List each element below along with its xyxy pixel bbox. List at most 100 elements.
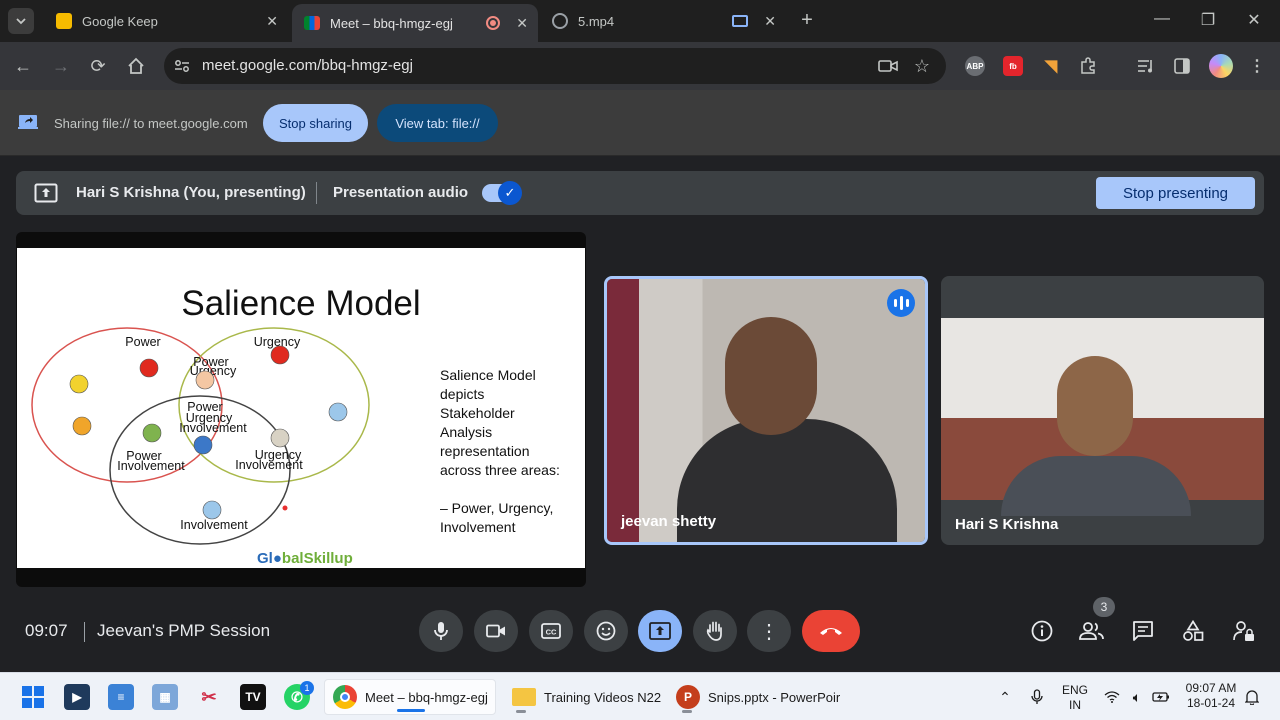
- system-clock[interactable]: 09:07 AM 18-01-24: [1180, 681, 1242, 711]
- taskbar-app-chrome[interactable]: Meet – bbq-hmgz-egj: [324, 679, 496, 715]
- tab-search-button[interactable]: [8, 8, 34, 34]
- present-now-button[interactable]: [638, 610, 682, 652]
- video-camera-icon: [486, 624, 505, 638]
- face-light-blue: [328, 402, 348, 422]
- media-controls-icon[interactable]: [1136, 56, 1156, 76]
- stop-sharing-button[interactable]: Stop sharing: [263, 104, 368, 142]
- stop-presenting-button[interactable]: Stop presenting: [1096, 177, 1255, 209]
- info-icon: [1031, 620, 1053, 642]
- more-menu-icon[interactable]: ⋮: [1247, 56, 1267, 76]
- tab-sharing-infobar: Sharing file:// to meet.google.com Stop …: [0, 90, 1280, 156]
- back-icon[interactable]: ←: [12, 55, 34, 77]
- label-power: Power: [125, 335, 160, 349]
- adblock-plus-icon[interactable]: ABP: [965, 56, 985, 76]
- tradingview-icon[interactable]: TV: [240, 684, 266, 710]
- check-icon: ✓: [498, 181, 522, 205]
- volume-icon[interactable]: 🔈︎: [1128, 688, 1146, 706]
- emoji-icon: [596, 621, 616, 641]
- participant-name: Hari S Krishna: [955, 516, 1059, 533]
- reload-icon[interactable]: ⟳: [87, 55, 109, 77]
- face-grey: [270, 428, 290, 448]
- tab-meet[interactable]: Meet – bbq-hmgz-egj ✕: [292, 4, 538, 42]
- show-hidden-icons-chevron-icon[interactable]: ⌃: [996, 688, 1014, 706]
- participant-count-badge: 3: [1093, 597, 1115, 617]
- slide-line: Stakeholder: [440, 405, 515, 421]
- bookmark-star-icon[interactable]: ☆: [912, 56, 932, 76]
- notification-bell-icon[interactable]: [1243, 688, 1261, 706]
- camera-button[interactable]: [474, 610, 518, 652]
- recording-indicator-icon: [486, 16, 500, 30]
- people-button[interactable]: [1079, 618, 1105, 644]
- google-meet-icon: [304, 16, 320, 30]
- picture-in-picture-icon[interactable]: [732, 15, 748, 27]
- forward-icon[interactable]: →: [50, 55, 72, 77]
- slide-line: representation: [440, 443, 530, 459]
- taskbar-app-explorer[interactable]: Training Videos N22: [508, 679, 668, 715]
- tab-google-keep[interactable]: Google Keep ✕: [44, 6, 288, 36]
- microphone-in-use-icon[interactable]: [1028, 688, 1046, 706]
- label-pui-3: Involvement: [179, 421, 247, 435]
- input-language[interactable]: ENG IN: [1060, 683, 1090, 713]
- snipping-tool-icon[interactable]: ✂: [196, 684, 222, 710]
- extensions-puzzle-icon[interactable]: [1078, 56, 1098, 76]
- view-tab-button[interactable]: View tab: file://: [377, 104, 498, 142]
- media-app-icon[interactable]: ▶: [64, 684, 90, 710]
- svg-text:CC: CC: [546, 628, 557, 637]
- reactions-button[interactable]: [584, 610, 628, 652]
- presenter-label: Hari S Krishna (You, presenting): [76, 184, 306, 201]
- divider: [316, 182, 317, 204]
- label-ui-2: Involvement: [235, 458, 303, 472]
- more-vert-icon: ⋮: [759, 620, 779, 643]
- present-screen-icon: [34, 183, 58, 203]
- side-panel-icon[interactable]: [1172, 56, 1192, 76]
- browser-toolbar: ← → ⟳ meet.google.com/bbq-hmgz-egj ☆ ABP…: [0, 42, 1280, 90]
- rss-feed-icon[interactable]: ◥: [1041, 56, 1061, 76]
- participant-tile-hari[interactable]: Hari S Krishna: [941, 276, 1264, 545]
- new-tab-button[interactable]: +: [796, 9, 818, 32]
- battery-charging-icon[interactable]: [1152, 688, 1170, 706]
- shapes-icon: [1183, 620, 1204, 641]
- microphone-button[interactable]: [419, 610, 463, 652]
- raise-hand-button[interactable]: [693, 610, 737, 652]
- host-controls-button[interactable]: [1231, 618, 1257, 644]
- more-options-button[interactable]: ⋮: [747, 610, 791, 652]
- chat-button[interactable]: [1130, 618, 1156, 644]
- close-icon[interactable]: ✕: [266, 13, 278, 30]
- activities-button[interactable]: [1180, 618, 1206, 644]
- tab-video-file[interactable]: 5.mp4 ✕: [540, 6, 786, 36]
- slide-line: Involvement: [440, 519, 516, 535]
- powerpoint-icon: P: [676, 685, 700, 709]
- calculator-icon[interactable]: ▦: [152, 684, 178, 710]
- tab-title: Google Keep: [82, 13, 158, 29]
- hang-up-icon: [820, 628, 842, 635]
- camera-in-use-icon[interactable]: [878, 56, 898, 76]
- notepad-icon[interactable]: ≡: [108, 684, 134, 710]
- globalskillup-logo: Gl●balSkillup: [257, 550, 353, 567]
- profile-avatar[interactable]: [1209, 54, 1233, 78]
- slide-description: Salience Model depicts Stakeholder Analy…: [440, 366, 560, 537]
- close-icon[interactable]: ✕: [516, 15, 528, 32]
- participant-tile-jeevan[interactable]: jeevan shetty: [604, 276, 928, 545]
- participant-video-head: [1057, 356, 1133, 456]
- leave-call-button[interactable]: [802, 610, 860, 652]
- site-settings-icon[interactable]: [172, 56, 192, 76]
- presentation-audio-toggle[interactable]: ✓: [482, 181, 522, 205]
- taskbar-app-powerpoint[interactable]: P Snips.pptx - PowerPoir: [674, 679, 842, 715]
- home-icon[interactable]: [125, 55, 147, 77]
- laser-pointer-dot: [282, 505, 288, 511]
- window-close-icon[interactable]: ✕: [1244, 10, 1264, 30]
- screen-share-icon: [18, 115, 38, 129]
- meeting-title: Jeevan's PMP Session: [97, 621, 271, 640]
- captions-button[interactable]: CC: [529, 610, 573, 652]
- face-red: [139, 358, 159, 378]
- wifi-icon[interactable]: [1103, 688, 1121, 706]
- address-bar[interactable]: meet.google.com/bbq-hmgz-egj ☆: [164, 48, 946, 84]
- slide: Salience Model Power Urgency Power Urgen…: [17, 248, 585, 568]
- meeting-details-button[interactable]: [1029, 618, 1055, 644]
- windows-start-icon[interactable]: [20, 684, 46, 710]
- close-icon[interactable]: ✕: [764, 13, 776, 30]
- restore-icon[interactable]: ❐: [1198, 10, 1218, 30]
- minimize-icon[interactable]: —: [1152, 10, 1172, 28]
- meeting-clock: 09:07: [25, 621, 68, 640]
- tubebuddy-icon[interactable]: fb: [1003, 56, 1023, 76]
